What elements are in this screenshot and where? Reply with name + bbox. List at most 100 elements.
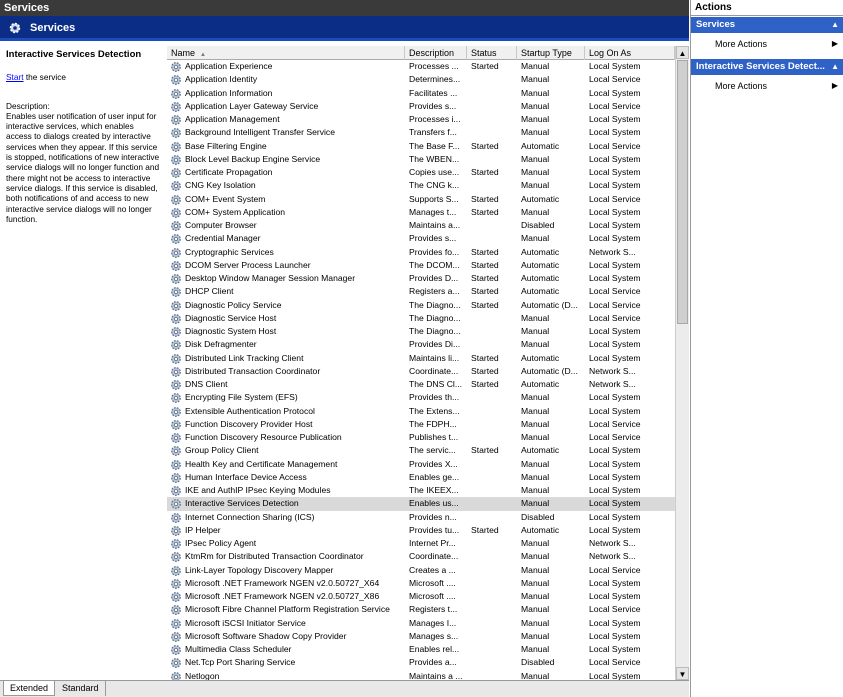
collapse-icon[interactable]: ▲ bbox=[831, 17, 839, 33]
cell-status bbox=[467, 670, 517, 681]
table-row[interactable]: DNS Client The DNS Cl... Started Automatic N… bbox=[167, 378, 675, 391]
table-row[interactable]: DHCP Client Registers a... Started Automati… bbox=[167, 285, 675, 298]
cell-log-on-as: Local System bbox=[589, 87, 641, 98]
table-row[interactable]: Application Experience Processes ... Start… bbox=[167, 60, 675, 73]
cell-name: Background Intelligent Transfer Service bbox=[185, 127, 335, 138]
cell-startup-type: Manual bbox=[521, 61, 550, 71]
table-row[interactable]: Cryptographic Services Provides fo... Star… bbox=[167, 246, 675, 259]
cell-name: IP Helper bbox=[185, 524, 221, 535]
table-row[interactable]: Encrypting File System (EFS) Provides th.… bbox=[167, 391, 675, 404]
table-row[interactable]: Disk Defragmenter Provides Di... Manual Loc… bbox=[167, 338, 675, 351]
cell-status bbox=[467, 537, 517, 550]
cell-name: Internet Connection Sharing (ICS) bbox=[185, 511, 315, 522]
table-row[interactable]: Internet Connection Sharing (ICS) Provide… bbox=[167, 511, 675, 524]
banner-title: Services bbox=[30, 22, 76, 34]
table-row[interactable]: Microsoft iSCSI Initiator Service Manages… bbox=[167, 617, 675, 630]
cell-log-on-as: Local System bbox=[589, 498, 641, 509]
table-row[interactable]: Function Discovery Provider Host The FDPH… bbox=[167, 418, 675, 431]
table-row[interactable]: IP Helper Provides tu... Started Automatic L… bbox=[167, 524, 675, 537]
table-row[interactable]: IPsec Policy Agent Internet Pr... Manual Ne… bbox=[167, 537, 675, 550]
table-row[interactable]: Application Identity Determines... Manual L… bbox=[167, 73, 675, 86]
cell-name: Diagnostic Policy Service bbox=[185, 299, 282, 310]
table-row[interactable]: Function Discovery Resource Publication P… bbox=[167, 431, 675, 444]
cell-log-on-as: Local System bbox=[589, 670, 641, 681]
collapse-icon[interactable]: ▲ bbox=[831, 59, 839, 75]
cell-description: Manages I... bbox=[409, 617, 457, 628]
scroll-thumb[interactable] bbox=[677, 60, 688, 324]
cell-description: Provides X... bbox=[409, 458, 458, 469]
column-header-status[interactable]: Status bbox=[467, 46, 517, 60]
table-row[interactable]: Microsoft Software Shadow Copy Provider M… bbox=[167, 630, 675, 643]
tab-standard[interactable]: Standard bbox=[56, 681, 106, 696]
table-row[interactable]: Distributed Transaction Coordinator Coord… bbox=[167, 365, 675, 378]
column-name-label: Name bbox=[171, 48, 196, 58]
table-row[interactable]: Background Intelligent Transfer Service T… bbox=[167, 126, 675, 139]
cell-name: Human Interface Device Access bbox=[185, 471, 307, 482]
table-row[interactable]: Application Layer Gateway Service Provide… bbox=[167, 100, 675, 113]
cell-description: Provides s... bbox=[409, 233, 457, 244]
table-row[interactable]: DCOM Server Process Launcher The DCOM... S… bbox=[167, 259, 675, 272]
cell-status bbox=[467, 325, 517, 338]
table-row[interactable]: Multimedia Class Scheduler Enables rel...… bbox=[167, 643, 675, 656]
table-row[interactable]: Diagnostic Service Host The Diagno... Manu… bbox=[167, 312, 675, 325]
cell-startup-type: Automatic bbox=[521, 524, 560, 535]
cell-status: Started bbox=[471, 379, 499, 389]
actions-section-services[interactable]: Services ▲ bbox=[691, 17, 843, 33]
table-row[interactable]: Distributed Link Tracking Client Maintain… bbox=[167, 352, 675, 365]
actions-section-selected-service[interactable]: Interactive Services Detect... ▲ bbox=[691, 59, 843, 75]
table-row[interactable]: Human Interface Device Access Enables ge.… bbox=[167, 471, 675, 484]
cell-description: Coordinate... bbox=[409, 365, 459, 376]
cell-startup-type: Manual bbox=[521, 604, 550, 615]
table-row[interactable]: COM+ System Application Manages t... Start… bbox=[167, 206, 675, 219]
column-header-startup-type[interactable]: Startup Type bbox=[517, 46, 585, 60]
column-header-log-on-as[interactable]: Log On As bbox=[585, 46, 675, 60]
table-row[interactable]: Extensible Authentication Protocol The Ex… bbox=[167, 405, 675, 418]
table-row[interactable]: KtmRm for Distributed Transaction Coordi… bbox=[167, 550, 675, 563]
table-row[interactable]: Net.Tcp Port Sharing Service Provides a..… bbox=[167, 656, 675, 669]
cell-log-on-as: Local System bbox=[589, 405, 641, 416]
table-row[interactable]: Microsoft Fibre Channel Platform Registr… bbox=[167, 603, 675, 616]
cell-name: Computer Browser bbox=[185, 220, 257, 230]
cell-name: Desktop Window Manager Session Manager bbox=[185, 273, 356, 283]
scroll-up-icon[interactable]: ▲ bbox=[676, 46, 689, 59]
cell-startup-type: Manual bbox=[521, 458, 550, 469]
cell-startup-type: Automatic (D... bbox=[521, 299, 578, 310]
start-service-link[interactable]: Start bbox=[6, 72, 24, 82]
more-actions-services[interactable]: More Actions ▶ bbox=[691, 36, 843, 52]
more-actions-selected-service[interactable]: More Actions ▶ bbox=[691, 78, 843, 94]
tab-extended[interactable]: Extended bbox=[3, 681, 56, 696]
table-row[interactable]: Desktop Window Manager Session Manager Pr… bbox=[167, 272, 675, 285]
table-row[interactable]: CNG Key Isolation The CNG k... Manual Local… bbox=[167, 179, 675, 192]
table-row[interactable]: Microsoft .NET Framework NGEN v2.0.50727… bbox=[167, 590, 675, 603]
table-row[interactable]: IKE and AuthIP IPsec Keying Modules The I… bbox=[167, 484, 675, 497]
table-row[interactable]: Application Information Facilitates ... Ma… bbox=[167, 87, 675, 100]
scroll-down-icon[interactable]: ▼ bbox=[676, 667, 689, 680]
column-header-name[interactable]: Name ▲ bbox=[167, 46, 405, 60]
table-row[interactable]: Interactive Services Detection Enables us… bbox=[167, 497, 675, 511]
vertical-scrollbar[interactable]: ▲ ▼ bbox=[675, 46, 689, 680]
cell-name: Link-Layer Topology Discovery Mapper bbox=[185, 564, 334, 575]
table-row[interactable]: Diagnostic System Host The Diagno... Manua… bbox=[167, 325, 675, 338]
table-row[interactable]: Link-Layer Topology Discovery Mapper Crea… bbox=[167, 564, 675, 577]
cell-description: Provides fo... bbox=[409, 246, 460, 257]
table-row[interactable]: Credential Manager Provides s... Manual Loc… bbox=[167, 232, 675, 245]
table-row[interactable]: Health Key and Certificate Management Pro… bbox=[167, 458, 675, 471]
column-header-description[interactable]: Description bbox=[405, 46, 467, 60]
table-row[interactable]: COM+ Event System Supports S... Started Aut… bbox=[167, 193, 675, 206]
cell-status: Started bbox=[471, 193, 499, 204]
table-row[interactable]: Group Policy Client The servic... Started A… bbox=[167, 444, 675, 457]
table-row[interactable]: Base Filtering Engine The Base F... Starte… bbox=[167, 140, 675, 153]
table-row[interactable]: Netlogon Maintains a ... Manual Local Syste… bbox=[167, 670, 675, 681]
cell-name: Multimedia Class Scheduler bbox=[185, 644, 292, 654]
table-row[interactable]: Computer Browser Maintains a... Disabled Lo… bbox=[167, 219, 675, 232]
list-rows: Application Experience Processes ... Start… bbox=[167, 60, 675, 680]
table-row[interactable]: Microsoft .NET Framework NGEN v2.0.50727… bbox=[167, 577, 675, 590]
table-row[interactable]: Block Level Backup Engine Service The WBE… bbox=[167, 153, 675, 166]
cell-description: Transfers f... bbox=[409, 127, 457, 138]
cell-log-on-as: Local System bbox=[589, 458, 641, 469]
table-row[interactable]: Application Management Processes i... Manu… bbox=[167, 113, 675, 126]
more-actions-label: More Actions bbox=[715, 39, 768, 49]
table-row[interactable]: Diagnostic Policy Service The Diagno... St… bbox=[167, 299, 675, 312]
cell-description: Registers t... bbox=[409, 604, 458, 615]
table-row[interactable]: Certificate Propagation Copies use... Star… bbox=[167, 166, 675, 179]
